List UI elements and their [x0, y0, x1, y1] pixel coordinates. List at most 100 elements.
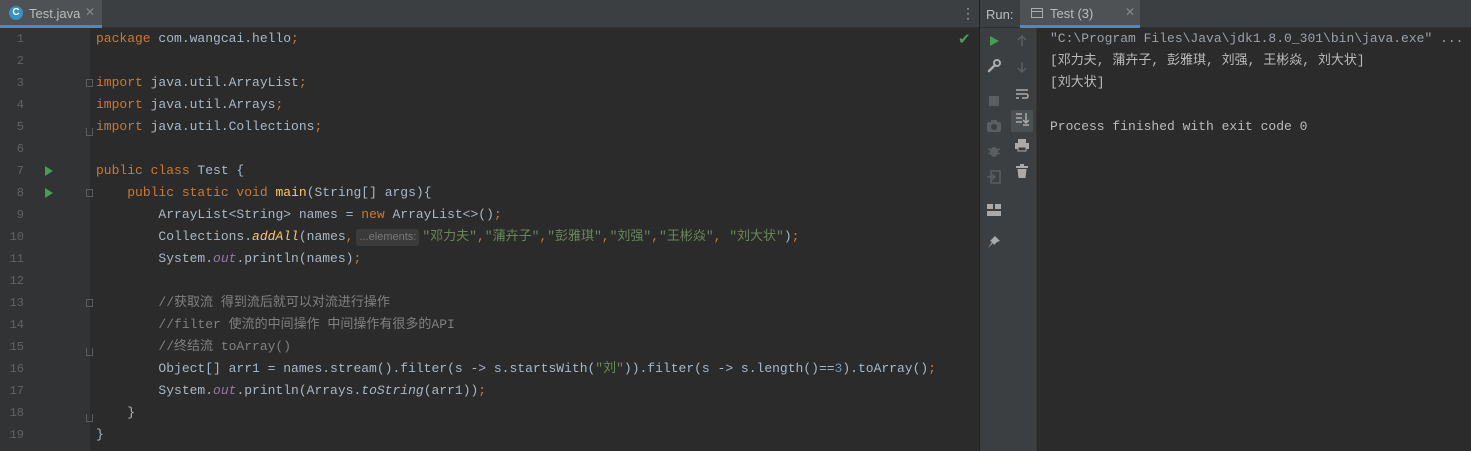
- keyword: new: [361, 207, 385, 222]
- code-line: }: [96, 402, 135, 424]
- comma: ,: [476, 229, 485, 244]
- line-number: 8: [16, 186, 24, 200]
- debug-icon[interactable]: [983, 142, 1005, 164]
- code-text: (String[] args){: [306, 185, 432, 200]
- comma: ,: [713, 229, 730, 244]
- comma: ,: [345, 229, 354, 244]
- code-editor[interactable]: C Test.java ✕ ⋮ 1 2 3 4 5 6 7 8 9 10 11 …: [0, 0, 979, 451]
- code-text: }: [96, 427, 104, 442]
- string-literal: "彭雅琪": [547, 229, 602, 244]
- parameter-hint: ...elements:: [356, 229, 420, 246]
- run-class-gutter-icon[interactable]: [45, 166, 53, 176]
- scroll-to-end-icon[interactable]: [1011, 110, 1033, 132]
- trash-icon[interactable]: [1011, 162, 1033, 184]
- gutter: 1 2 3 4 5 6 7 8 9 10 11 12 13 14 15 16 1…: [0, 28, 93, 451]
- code-text: ).toArray(): [842, 361, 929, 376]
- semicolon: ;: [353, 251, 362, 266]
- down-arrow-icon[interactable]: [1011, 57, 1033, 79]
- run-tab-test[interactable]: Test (3) ✕: [1020, 0, 1140, 28]
- up-arrow-icon[interactable]: [1011, 31, 1033, 53]
- run-panel-header: Run: Test (3) ✕: [980, 0, 1471, 28]
- close-icon[interactable]: ✕: [1125, 5, 1135, 19]
- comma: ,: [601, 229, 610, 244]
- keyword: public static void: [127, 185, 268, 200]
- fold-end-marker-icon[interactable]: [86, 348, 93, 356]
- code-line: import java.util.Arrays;: [96, 94, 283, 116]
- keyword: import: [96, 75, 143, 90]
- code-text: }: [127, 405, 136, 420]
- semicolon: ;: [298, 75, 307, 90]
- code-text: ArrayList<>(): [384, 207, 494, 222]
- code-line: //filter 使流的中间操作 中间操作有很多的API: [96, 314, 455, 336]
- code-text: (names: [298, 229, 346, 244]
- code-text: System.: [158, 251, 214, 266]
- code-text: java.util.Collections: [142, 119, 315, 134]
- soft-wrap-icon[interactable]: [1011, 84, 1033, 106]
- line-number: 7: [16, 164, 24, 178]
- fold-end-marker-icon[interactable]: [86, 128, 93, 136]
- code-line: }: [96, 424, 104, 446]
- line-number: 10: [9, 230, 24, 244]
- run-method-gutter-icon[interactable]: [45, 188, 53, 198]
- code-text: .println(Arrays.: [236, 383, 362, 398]
- code-line: public static void main(String[] args){: [96, 182, 432, 204]
- layout-icon[interactable]: [983, 200, 1005, 222]
- semicolon: ;: [478, 383, 487, 398]
- tab-test-java[interactable]: C Test.java ✕: [0, 0, 102, 28]
- semicolon: ;: [275, 97, 284, 112]
- line-number: 12: [9, 274, 24, 288]
- fold-marker-icon[interactable]: [86, 299, 93, 307]
- string-literal: "邓力夫": [422, 229, 477, 244]
- line-number: 16: [9, 362, 24, 376]
- close-icon[interactable]: ✕: [85, 5, 95, 19]
- wrench-icon[interactable]: [983, 57, 1005, 79]
- line-number: 15: [9, 340, 24, 354]
- code-text: ArrayList<String> names =: [158, 207, 362, 222]
- code-line: Collections.addAll(names, ...elements: "邓力…: [96, 226, 799, 248]
- run-tab-label: Test (3): [1050, 6, 1094, 21]
- exit-icon[interactable]: [983, 168, 1005, 190]
- line-number: 2: [16, 54, 24, 68]
- code-line: public class Test {: [96, 160, 244, 182]
- tab-label: Test.java: [29, 6, 81, 21]
- code-text: Collections.: [158, 229, 253, 244]
- camera-icon[interactable]: [983, 116, 1005, 138]
- semicolon: ;: [493, 207, 502, 222]
- fold-marker-icon[interactable]: [86, 189, 93, 197]
- code-line: //终结流 toArray(): [96, 336, 291, 358]
- code-text: .println(names): [236, 251, 354, 266]
- keyword: import: [96, 119, 143, 134]
- java-class-icon: C: [9, 6, 23, 20]
- comment: //filter 使流的中间操作 中间操作有很多的API: [158, 317, 455, 332]
- run-toolbar-secondary: [1008, 28, 1037, 451]
- code-text: Object[] arr1 = names.stream().filter(s …: [158, 361, 596, 376]
- comment: //获取流 得到流后就可以对流进行操作: [158, 295, 390, 310]
- code-text: Test {: [189, 163, 245, 178]
- fold-end-marker-icon[interactable]: [86, 414, 93, 422]
- keyword: package: [96, 31, 151, 46]
- line-number: 3: [16, 76, 24, 90]
- more-options-icon[interactable]: ⋮: [961, 6, 975, 20]
- code-line: package com.wangcai.hello;: [96, 28, 299, 50]
- string-literal: "刘": [595, 361, 624, 376]
- keyword: public class: [96, 163, 190, 178]
- line-number: 17: [9, 384, 24, 398]
- print-icon[interactable]: [1011, 136, 1033, 158]
- run-icon[interactable]: [983, 31, 1005, 53]
- code-line: ArrayList<String> names = new ArrayList<…: [96, 204, 502, 226]
- string-literal: "蒲卉子": [484, 229, 540, 244]
- line-number: 18: [9, 406, 24, 420]
- line-number: 14: [9, 318, 24, 332]
- line-number: 13: [9, 296, 24, 310]
- inspection-ok-icon[interactable]: ✔: [958, 32, 971, 48]
- stop-icon[interactable]: [983, 90, 1005, 112]
- fold-marker-icon[interactable]: [86, 79, 93, 87]
- keyword: import: [96, 97, 143, 112]
- pin-icon[interactable]: [983, 233, 1005, 255]
